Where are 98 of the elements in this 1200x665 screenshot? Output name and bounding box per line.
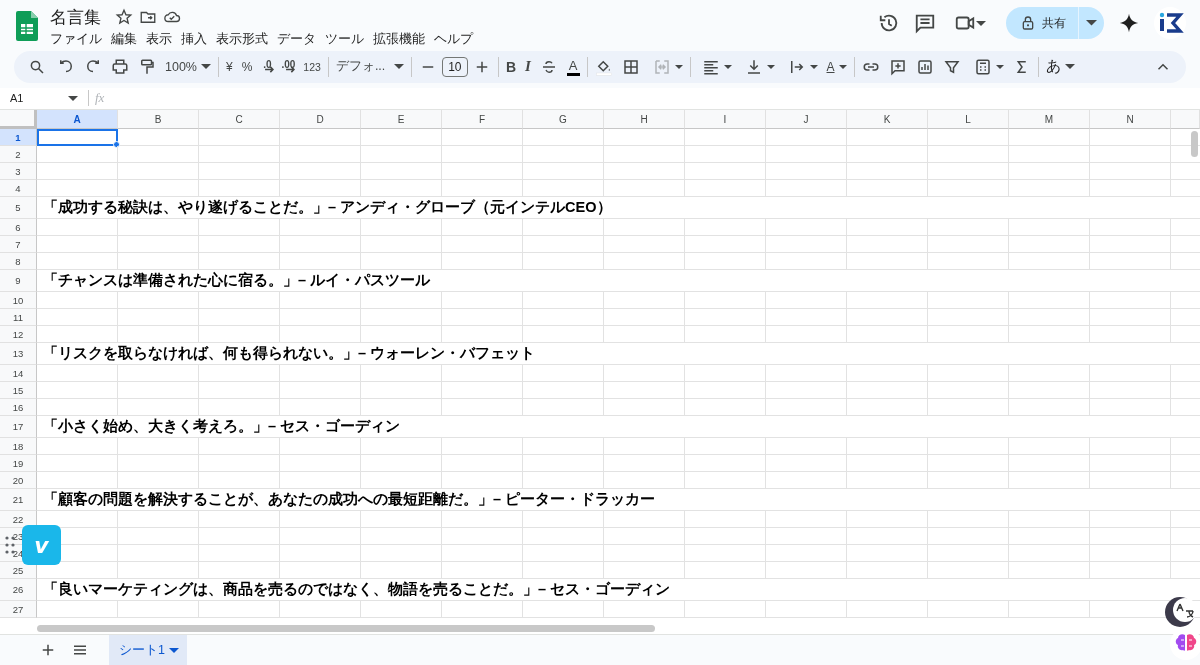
font-size-field[interactable]: 10 [441,56,468,77]
row-header[interactable]: 9 [0,270,37,293]
caret-icon [393,64,404,70]
caret-icon [766,64,775,69]
row-header[interactable]: 11 [0,309,37,327]
table-cell: 「チャンスは準備された心に宿る。」– ルイ・パスツール [37,270,1200,293]
star-icon[interactable] [115,8,133,26]
row-header[interactable]: 18 [0,438,37,456]
italic-button[interactable]: I [521,54,535,79]
menu-item[interactable]: データ [276,31,324,47]
column-header[interactable]: K [847,110,928,130]
row-header[interactable]: 8 [0,253,37,271]
column-header[interactable]: I [685,110,766,130]
history-icon[interactable] [878,12,900,34]
column-header[interactable]: A [37,110,118,130]
row-header[interactable]: 13 [0,343,37,366]
column-header[interactable]: M [1009,110,1090,130]
row-header[interactable]: 20 [0,472,37,490]
column-header[interactable]: B [118,110,199,130]
fill-handle[interactable] [113,141,120,149]
row-header[interactable]: 3 [0,163,37,181]
row-header[interactable]: 27 [0,601,37,619]
table-cell: 「良いマーケティングは、商品を売るのではなく、物語を売ることだ。」– セス・ゴーディン [37,579,1200,602]
zoom-dropdown[interactable]: 100% [161,54,215,79]
percent-button[interactable]: % [237,54,257,79]
table-cell: 「成功する秘訣は、やり遂げることだ。」– アンディ・グローブ（元インテルCEO） [37,197,1200,220]
row-header[interactable]: 16 [0,399,37,417]
row-header[interactable]: 6 [0,219,37,237]
name-box[interactable]: A1 [0,92,78,105]
increase-decimal-button[interactable]: .00 [278,54,299,79]
column-header[interactable]: E [361,110,442,130]
vertical-scrollbar[interactable] [1191,131,1198,158]
sheet-tab[interactable]: シート1 [109,635,187,665]
caret-icon [674,64,683,69]
row-header[interactable]: 26 [0,579,37,602]
font-dropdown[interactable]: デフォ... [331,54,408,79]
row-header[interactable]: 12 [0,326,37,344]
horizontal-scrollbar[interactable] [37,625,655,633]
row-header[interactable]: 25 [0,562,37,580]
caret-icon [723,64,732,69]
row-header[interactable]: 10 [0,292,37,310]
caret-icon [976,20,986,26]
column-header[interactable]: J [766,110,847,130]
row-header[interactable]: 1 [0,129,37,147]
column-header[interactable]: L [928,110,1009,130]
row-header[interactable]: 5 [0,197,37,220]
column-header[interactable]: N [1090,110,1171,130]
menu-item[interactable]: 挿入 [180,31,215,47]
spreadsheet-logo-icon[interactable] [16,11,38,41]
row-header[interactable]: 7 [0,236,37,254]
caret-icon [838,64,847,69]
menu-item[interactable]: 表示形式 [215,31,276,47]
column-header[interactable]: C [199,110,280,130]
row-header[interactable]: 17 [0,416,37,439]
menu-item[interactable]: 表示 [145,31,180,47]
avatar-icon[interactable] [1154,7,1186,39]
bold-button[interactable]: B [501,54,520,79]
menu-item[interactable]: 拡張機能 [372,31,433,47]
table-cell: 「顧客の問題を解決することが、あなたの成功への最短距離だ。」– ピーター・ドラッカー [37,489,1200,512]
caret-icon [201,64,211,70]
document-title[interactable]: 名言集 [50,5,101,29]
func-icon [973,57,992,76]
lock-icon [1020,15,1036,31]
column-header[interactable]: D [280,110,361,130]
comment-icon[interactable] [914,12,936,34]
caret-icon [1064,64,1075,70]
currency-button[interactable]: ¥ [222,54,237,79]
arrow-icon [264,66,275,74]
row-header[interactable]: 14 [0,365,37,383]
text-color-button[interactable]: A [566,57,580,76]
row-header[interactable]: 2 [0,146,37,164]
text-rotation-button[interactable]: A [822,54,851,79]
menu-item[interactable]: ツール [324,31,372,47]
row-header[interactable]: 19 [0,455,37,473]
caret-icon [168,647,179,653]
row-header[interactable]: 15 [0,382,37,400]
formula-label: fx [95,90,105,107]
arrow-icon [285,66,296,74]
merge-icon [652,57,671,76]
caret-icon [1086,20,1097,26]
input-tools-dropdown[interactable]: あ [1041,54,1079,79]
caret-icon [809,64,818,69]
column-header[interactable]: G [523,110,604,130]
column-header[interactable]: F [442,110,523,130]
active-cell[interactable] [37,129,118,147]
decrease-decimal-button[interactable]: .0 [257,54,278,79]
menu-item[interactable]: ヘルプ [433,31,481,47]
caret-icon [995,64,1004,69]
number-format-button[interactable]: 123 [299,54,325,79]
menu-item[interactable]: 編集 [110,31,145,47]
row-header[interactable]: 22 [0,511,37,529]
column-header[interactable]: H [604,110,685,130]
caret-icon [68,95,78,101]
menu-item[interactable]: ファイル [49,31,110,47]
row-header[interactable]: 21 [0,489,37,512]
table-cell: 「小さく始め、大きく考えろ。」– セス・ゴーディン [37,416,1200,439]
row-header[interactable]: 4 [0,180,37,198]
table-cell: 「リスクを取らなければ、何も得られない。」– ウォーレン・バフェット [37,343,1200,366]
